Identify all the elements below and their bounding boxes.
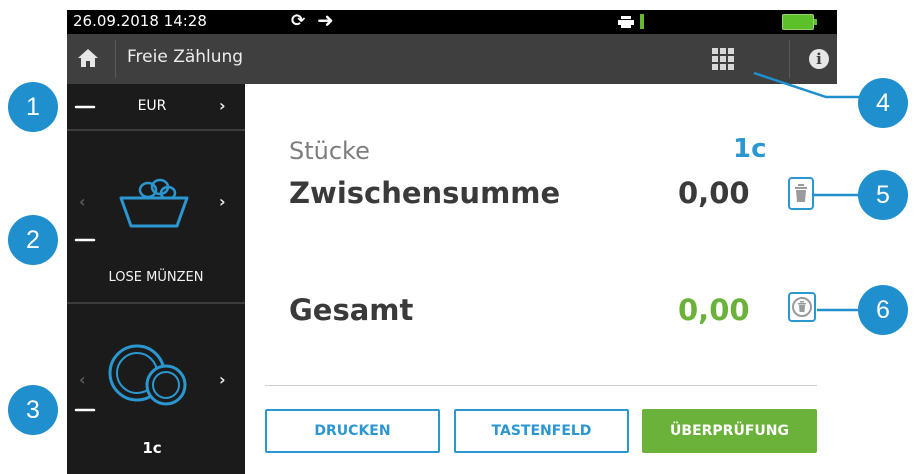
callout-6: 6 bbox=[858, 285, 908, 335]
callout-4: 4 bbox=[858, 78, 908, 128]
callout-5: 5 bbox=[858, 170, 908, 220]
callout-1: 1 bbox=[8, 82, 58, 132]
callout-leader-lines bbox=[74, 71, 870, 412]
callout-2: 2 bbox=[8, 215, 58, 265]
callout-3: 3 bbox=[8, 385, 58, 435]
